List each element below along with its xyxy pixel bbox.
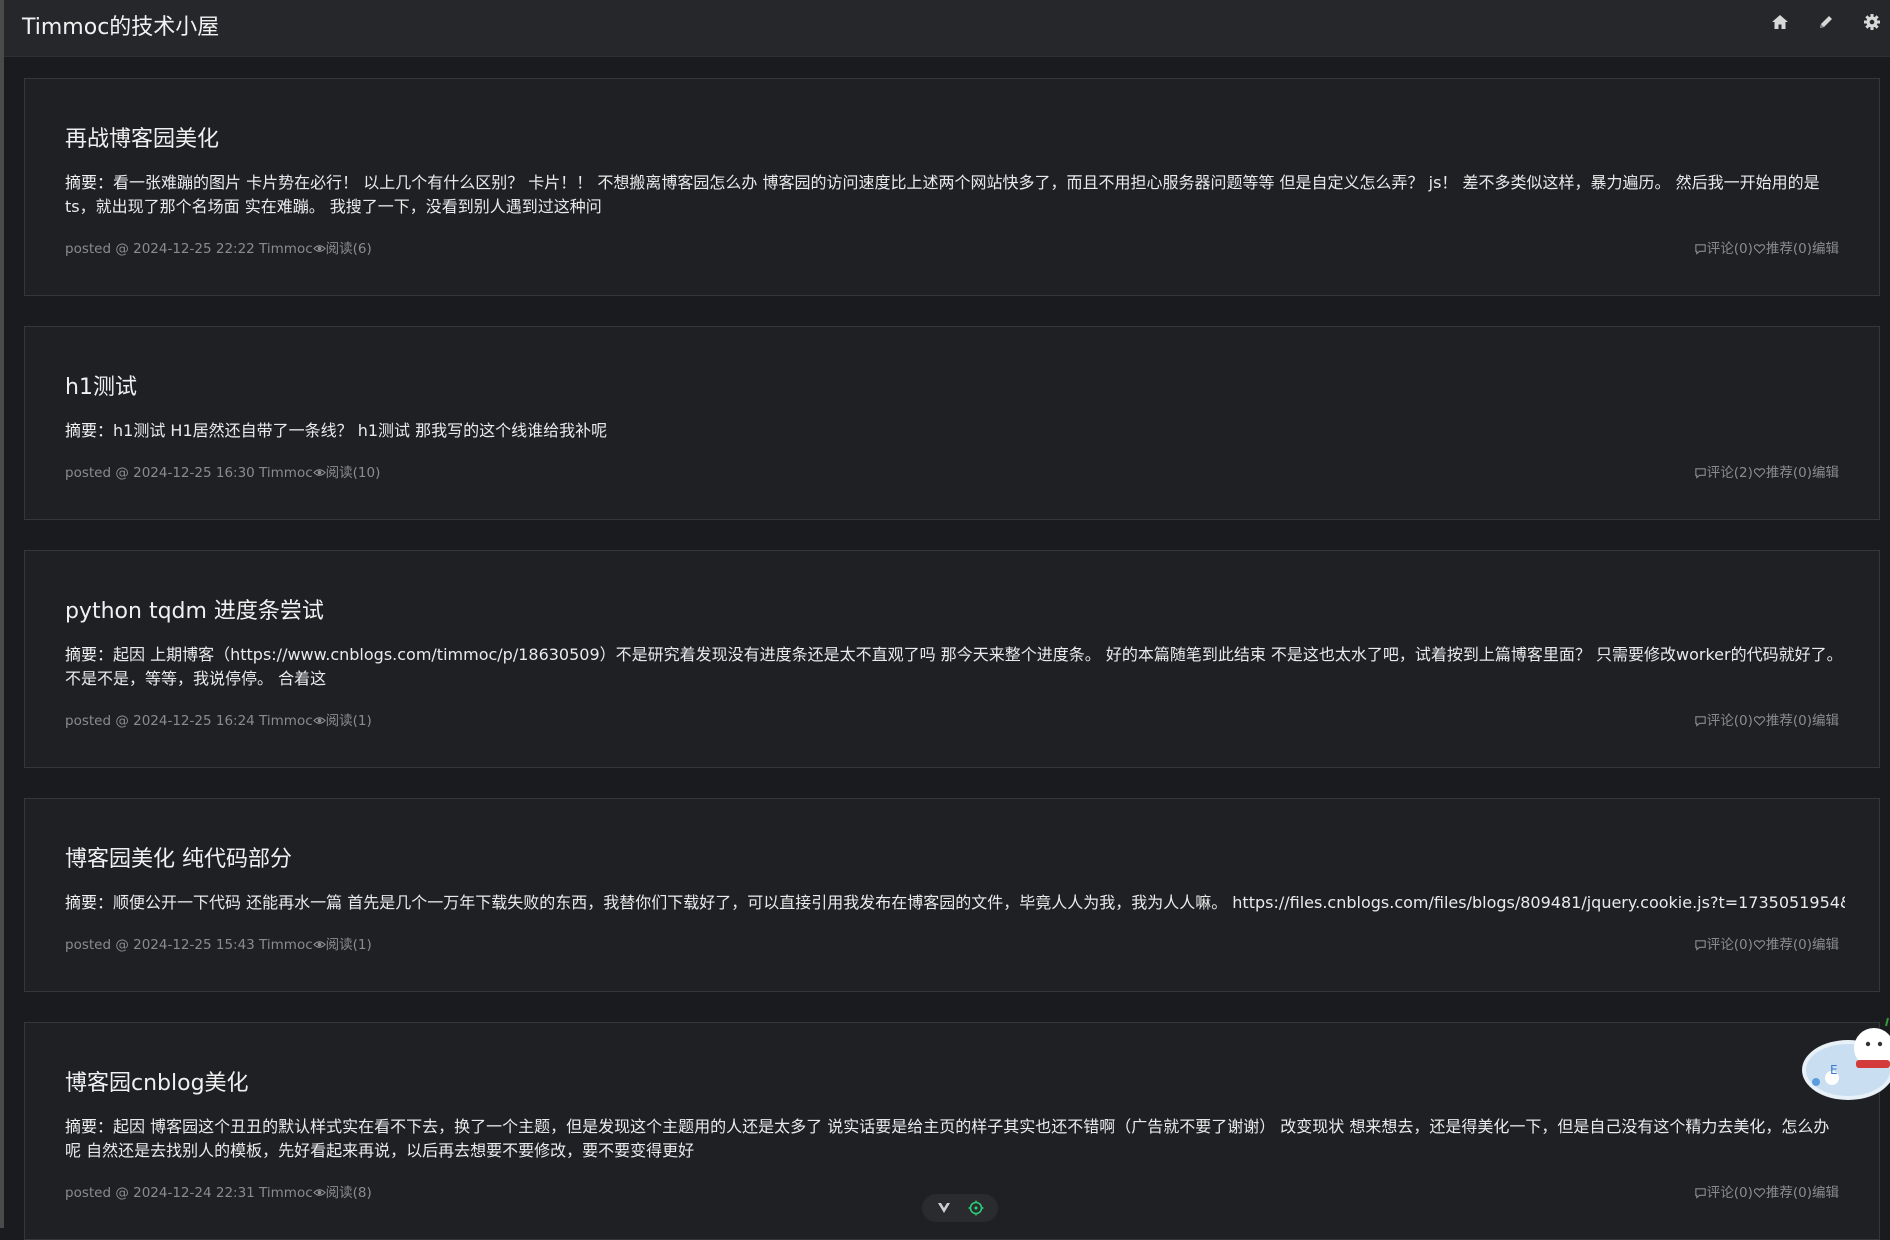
post-title[interactable]: 再战博客园美化 bbox=[65, 121, 219, 153]
summary-label: 摘要： bbox=[65, 645, 114, 664]
comment-icon bbox=[1695, 468, 1706, 479]
post-actions: 评论(0) 推荐(0)编辑 bbox=[1694, 237, 1839, 257]
comment-icon bbox=[1695, 244, 1706, 255]
heart-icon bbox=[1753, 716, 1766, 726]
post-card: 博客园美化 纯代码部分 摘要：顺便公开一下代码 还能再水一篇 首先是几个一万年下… bbox=[24, 798, 1880, 992]
top-navbar: Timmoc的技术小屋 bbox=[4, 0, 1890, 57]
summary-text: 起因 上期博客（https://www.cnblogs.com/timmoc/p… bbox=[65, 645, 1843, 688]
summary-text: 顺便公开一下代码 还能再水一篇 首先是几个一万年下载失败的东西，我替你们下载好了… bbox=[113, 893, 1845, 912]
post-meta: posted @ 2024-12-25 16:30 Timmoc 阅读(10) bbox=[65, 461, 380, 481]
summary-text: 起因 博客园这个丑丑的默认样式实在看不下去，换了一个主题，但是发现这个主题用的人… bbox=[65, 1117, 1830, 1160]
recommend-link[interactable]: 推荐(0) bbox=[1766, 465, 1812, 481]
home-icon[interactable] bbox=[1770, 12, 1790, 32]
read-count: 阅读(10) bbox=[325, 465, 381, 481]
heart-icon bbox=[1753, 468, 1766, 478]
settings-icon[interactable] bbox=[1862, 12, 1882, 32]
comment-link[interactable]: 评论(0) bbox=[1707, 937, 1753, 953]
post-summary: 摘要：看一张难蹦的图片 卡片势在必行！ 以上几个有什么区别？ 卡片！！ 不想搬离… bbox=[65, 171, 1845, 219]
eye-icon bbox=[312, 717, 326, 724]
summary-text: h1测试 H1居然还自带了一条线？ h1测试 那我写的这个线谁给我补呢 bbox=[113, 421, 608, 440]
post-summary: 摘要：起因 博客园这个丑丑的默认样式实在看不下去，换了一个主题，但是发现这个主题… bbox=[65, 1115, 1845, 1163]
read-count: 阅读(1) bbox=[325, 713, 372, 729]
read-count: 阅读(8) bbox=[325, 1185, 372, 1201]
post-meta: posted @ 2024-12-25 15:43 Timmoc 阅读(1) bbox=[65, 933, 372, 953]
post-title[interactable]: 博客园cnblog美化 bbox=[65, 1065, 249, 1097]
post-summary: 摘要：顺便公开一下代码 还能再水一篇 首先是几个一万年下载失败的东西，我替你们下… bbox=[65, 891, 1845, 915]
eye-icon bbox=[312, 245, 326, 252]
post-meta: posted @ 2024-12-24 22:31 Timmoc 阅读(8) bbox=[65, 1181, 372, 1201]
recommend-link[interactable]: 推荐(0) bbox=[1766, 937, 1812, 953]
comment-link[interactable]: 评论(0) bbox=[1707, 241, 1753, 257]
post-summary: 摘要：起因 上期博客（https://www.cnblogs.com/timmo… bbox=[65, 643, 1845, 691]
posted-info: posted @ 2024-12-24 22:31 Timmoc bbox=[65, 1185, 313, 1201]
summary-label: 摘要： bbox=[65, 1117, 114, 1136]
heart-icon bbox=[1753, 1188, 1766, 1198]
recommend-link[interactable]: 推荐(0) bbox=[1766, 1185, 1812, 1201]
window-left-edge bbox=[0, 0, 4, 1228]
edit-link[interactable]: 编辑 bbox=[1812, 937, 1839, 953]
post-actions: 评论(2) 推荐(0)编辑 bbox=[1694, 461, 1839, 481]
posted-info: posted @ 2024-12-25 16:30 Timmoc bbox=[65, 465, 313, 481]
heart-icon bbox=[1753, 940, 1766, 950]
post-actions: 评论(0) 推荐(0)编辑 bbox=[1694, 709, 1839, 729]
recommend-link[interactable]: 推荐(0) bbox=[1766, 241, 1812, 257]
edit-link[interactable]: 编辑 bbox=[1812, 713, 1839, 729]
eye-icon bbox=[312, 469, 326, 476]
scroll-controls bbox=[922, 1194, 998, 1222]
comment-link[interactable]: 评论(2) bbox=[1707, 465, 1753, 481]
mascot-image[interactable]: E bbox=[1798, 1012, 1890, 1102]
post-title[interactable]: python tqdm 进度条尝试 bbox=[65, 593, 324, 625]
comment-icon bbox=[1695, 1188, 1706, 1199]
read-count: 阅读(6) bbox=[325, 241, 372, 257]
summary-label: 摘要： bbox=[65, 893, 114, 912]
post-actions: 评论(0) 推荐(0)编辑 bbox=[1694, 933, 1839, 953]
post-card: python tqdm 进度条尝试 摘要：起因 上期博客（https://www… bbox=[24, 550, 1880, 768]
target-icon[interactable] bbox=[968, 1200, 984, 1216]
comment-link[interactable]: 评论(0) bbox=[1707, 713, 1753, 729]
posted-info: posted @ 2024-12-25 16:24 Timmoc bbox=[65, 713, 313, 729]
post-summary: 摘要：h1测试 H1居然还自带了一条线？ h1测试 那我写的这个线谁给我补呢 bbox=[65, 419, 1845, 443]
comment-icon bbox=[1695, 940, 1706, 951]
scroll-down-icon[interactable] bbox=[936, 1200, 952, 1216]
post-meta: posted @ 2024-12-25 22:22 Timmoc 阅读(6) bbox=[65, 237, 372, 257]
read-count: 阅读(1) bbox=[325, 937, 372, 953]
comment-icon bbox=[1695, 716, 1706, 727]
svg-text:E: E bbox=[1830, 1063, 1838, 1077]
eye-icon bbox=[312, 941, 326, 948]
post-actions: 评论(0) 推荐(0)编辑 bbox=[1694, 1181, 1839, 1201]
edit-link[interactable]: 编辑 bbox=[1812, 241, 1839, 257]
post-card: h1测试 摘要：h1测试 H1居然还自带了一条线？ h1测试 那我写的这个线谁给… bbox=[24, 326, 1880, 520]
site-title[interactable]: Timmoc的技术小屋 bbox=[22, 9, 219, 41]
post-title[interactable]: h1测试 bbox=[65, 369, 137, 401]
recommend-link[interactable]: 推荐(0) bbox=[1766, 713, 1812, 729]
eye-icon bbox=[312, 1189, 326, 1196]
comment-link[interactable]: 评论(0) bbox=[1707, 1185, 1753, 1201]
summary-label: 摘要： bbox=[65, 173, 114, 192]
edit-link[interactable]: 编辑 bbox=[1812, 465, 1839, 481]
edit-icon[interactable] bbox=[1816, 12, 1836, 32]
summary-text: 看一张难蹦的图片 卡片势在必行！ 以上几个有什么区别？ 卡片！！ 不想搬离博客园… bbox=[65, 173, 1820, 216]
heart-icon bbox=[1753, 244, 1766, 254]
post-card: 再战博客园美化 摘要：看一张难蹦的图片 卡片势在必行！ 以上几个有什么区别？ 卡… bbox=[24, 78, 1880, 296]
posted-info: posted @ 2024-12-25 15:43 Timmoc bbox=[65, 937, 313, 953]
edit-link[interactable]: 编辑 bbox=[1812, 1185, 1839, 1201]
post-meta: posted @ 2024-12-25 16:24 Timmoc 阅读(1) bbox=[65, 709, 372, 729]
summary-label: 摘要： bbox=[65, 421, 114, 440]
posted-info: posted @ 2024-12-25 22:22 Timmoc bbox=[65, 241, 313, 257]
post-title[interactable]: 博客园美化 纯代码部分 bbox=[65, 841, 292, 873]
